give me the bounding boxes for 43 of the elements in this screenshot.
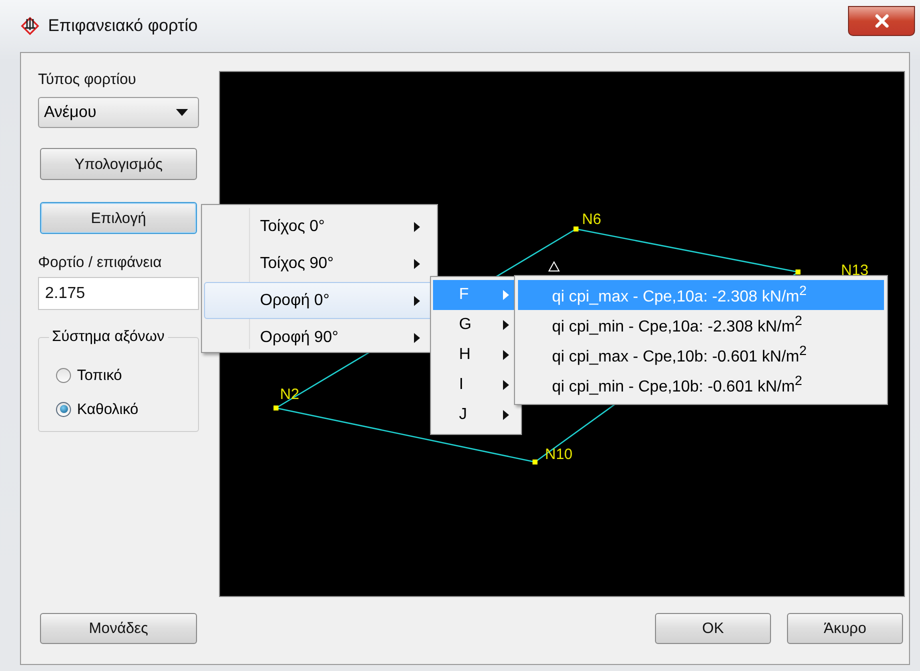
ok-button[interactable]: OK bbox=[655, 613, 771, 644]
dropdown-arrow-icon bbox=[176, 109, 188, 116]
menu-item[interactable]: qi cpi_min - Cpe,10a: -2.308 kN/m$^{2}$ bbox=[518, 310, 884, 340]
submenu-arrow-icon bbox=[414, 258, 420, 268]
node-label: N2 bbox=[280, 386, 300, 403]
submenu-arrow-icon bbox=[503, 350, 509, 360]
radio-button[interactable] bbox=[56, 368, 71, 382]
load-type-dropdown[interactable]: Ανέμου bbox=[38, 97, 199, 128]
submenu-arrow-icon bbox=[414, 296, 420, 306]
close-button[interactable] bbox=[848, 6, 915, 36]
submenu-arrow-icon bbox=[503, 410, 509, 420]
menu-item[interactable]: qi cpi_max - Cpe,10b: -0.601 kN/m$^{2}$ bbox=[518, 340, 884, 370]
submenu-arrow-icon bbox=[414, 222, 420, 232]
node-point bbox=[274, 406, 278, 410]
node-point bbox=[796, 270, 800, 274]
menu-item[interactable]: J bbox=[433, 400, 519, 430]
load-per-surface-label: Φορτίο / επιφάνεια bbox=[38, 254, 162, 272]
load-input-field[interactable]: 2.175 bbox=[38, 277, 199, 310]
node-label: N13 bbox=[841, 262, 869, 279]
cancel-button[interactable]: Άκυρο bbox=[787, 613, 903, 644]
group-legend: Σύστημα αξόνων bbox=[49, 328, 168, 346]
load-icon bbox=[20, 16, 40, 36]
node-label: N6 bbox=[582, 211, 602, 228]
close-icon bbox=[874, 14, 890, 28]
radio-label: Τοπικό bbox=[77, 366, 122, 384]
node-point bbox=[532, 460, 538, 464]
submenu-arrow-icon bbox=[503, 380, 509, 390]
select-button[interactable]: Επιλογή bbox=[40, 202, 197, 234]
submenu-arrow-icon bbox=[503, 290, 509, 300]
window-title: Επιφανειακό φορτίο bbox=[48, 16, 198, 36]
radio-label: Καθολικό bbox=[77, 400, 138, 418]
menu-item[interactable]: Τοίχος 0° bbox=[204, 208, 435, 245]
node-label: N10 bbox=[545, 446, 573, 463]
calculate-button[interactable]: Υπολογισμός bbox=[40, 148, 197, 180]
load-type-label: Τύπος φορτίου bbox=[38, 71, 136, 89]
units-button[interactable]: Μονάδες bbox=[40, 613, 197, 644]
radio-button[interactable] bbox=[56, 402, 71, 416]
menu-item[interactable]: Τοίχος 90° bbox=[204, 245, 435, 282]
triangle-marker-icon bbox=[548, 260, 560, 272]
submenu-arrow-icon bbox=[414, 332, 420, 342]
menu-item[interactable]: qi cpi_min - Cpe,10b: -0.601 kN/m$^{2}$ bbox=[518, 370, 884, 400]
node-point bbox=[574, 226, 578, 232]
submenu-arrow-icon bbox=[503, 320, 509, 330]
